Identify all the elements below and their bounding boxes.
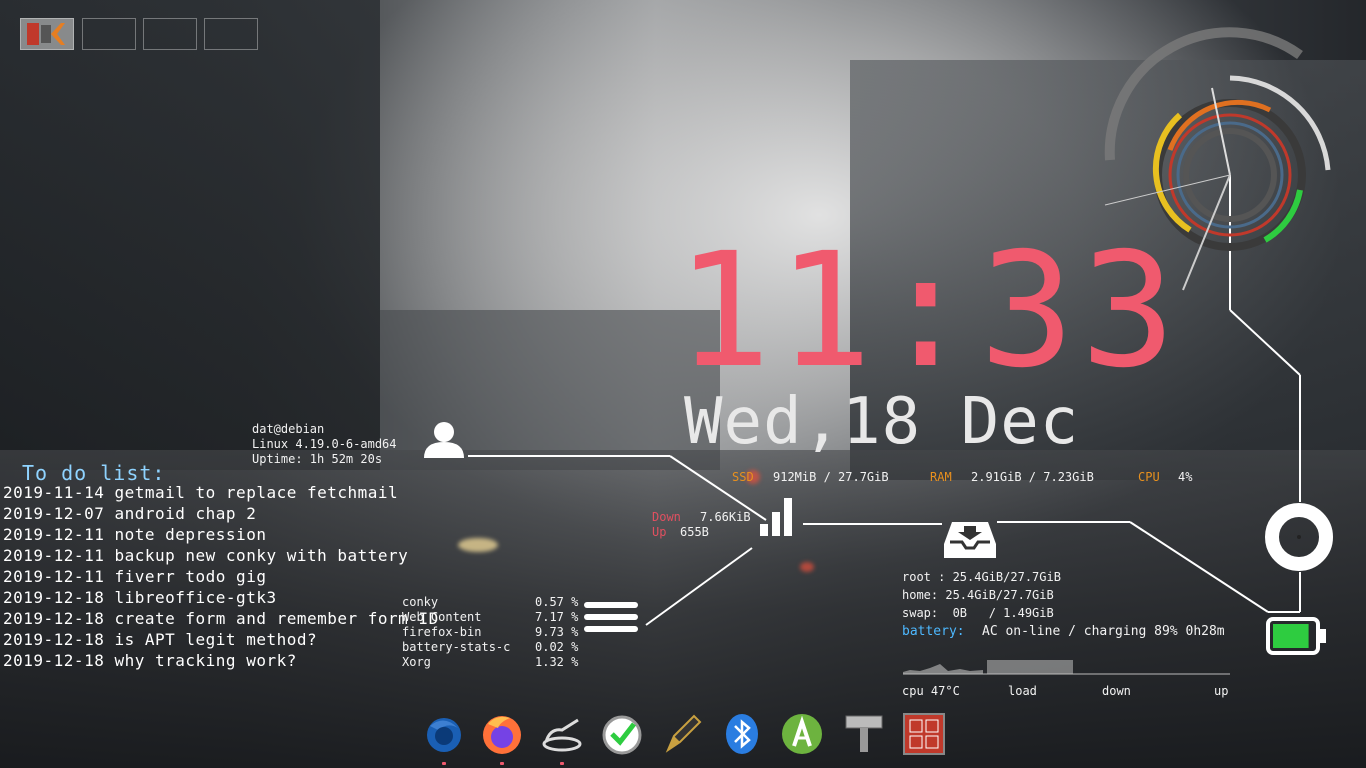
ram-label: RAM — [930, 470, 952, 484]
dock-running-indicator — [442, 762, 446, 765]
process-name: Xorg — [402, 655, 431, 669]
thunderbird-icon[interactable] — [422, 712, 466, 756]
ssd-value: 912MiB / 27.7GiB — [773, 470, 889, 484]
disk-root: root : 25.4GiB/27.7GiB — [902, 570, 1061, 584]
cpu-value: 4% — [1178, 470, 1193, 484]
net-down-label: Down — [652, 510, 681, 524]
hud-overlay — [468, 27, 1333, 675]
firefox-icon[interactable] — [480, 712, 524, 756]
process-cpu: 1.32 % — [535, 655, 579, 669]
disk-swap: swap: 0B / 1.49GiB — [902, 606, 1054, 620]
net-up-value: 655B — [680, 525, 709, 539]
user-icon — [420, 420, 468, 464]
process-name: conky — [402, 595, 439, 609]
system-graphs — [903, 660, 1230, 675]
cpu-ring-gauge — [1104, 27, 1331, 291]
pen-editor-icon[interactable] — [660, 712, 704, 756]
net-down-value: 7.66KiB — [700, 510, 751, 524]
ssd-label: SSD — [732, 470, 754, 484]
clock-check-app-icon[interactable] — [600, 712, 644, 756]
battery-label: battery: — [902, 624, 965, 639]
ram-value: 2.91GiB / 7.23GiB — [971, 470, 1094, 484]
graph-label-up: up — [1214, 684, 1229, 698]
menu-icon — [584, 600, 638, 638]
bluetooth-icon[interactable] — [720, 712, 764, 756]
process-cpu: 0.57 % — [535, 595, 579, 609]
battery-icon — [1266, 616, 1328, 660]
battery-fill — [1273, 624, 1309, 648]
process-name: Web Content — [402, 610, 482, 624]
process-cpu: 9.73 % — [535, 625, 579, 639]
android-studio-icon[interactable] — [780, 712, 824, 756]
process-name: battery-stats-c — [402, 640, 511, 654]
graph-label-down: down — [1102, 684, 1131, 698]
graph-label-load: load — [1008, 684, 1037, 698]
process-cpu: 0.02 % — [535, 640, 579, 654]
dock-running-indicator — [560, 762, 564, 765]
disk-home: home: 25.4GiB/27.7GiB — [902, 588, 1054, 602]
dock-running-indicator — [500, 762, 504, 765]
disk-icon — [942, 516, 998, 564]
cpu-label: CPU — [1138, 470, 1160, 484]
red-grid-app-icon[interactable] — [902, 712, 946, 756]
graph-label-cpu: cpu 47°C — [902, 684, 960, 698]
hammer-tool-icon[interactable] — [842, 712, 886, 756]
process-name: firefox-bin — [402, 625, 482, 639]
net-up-label: Up — [652, 525, 667, 539]
network-signal-icon — [756, 496, 800, 544]
process-cpu: 7.17 % — [535, 610, 579, 624]
battery-status: AC on-line / charging 89% 0h28m — [982, 624, 1225, 639]
teapot-app-icon[interactable] — [540, 712, 584, 756]
